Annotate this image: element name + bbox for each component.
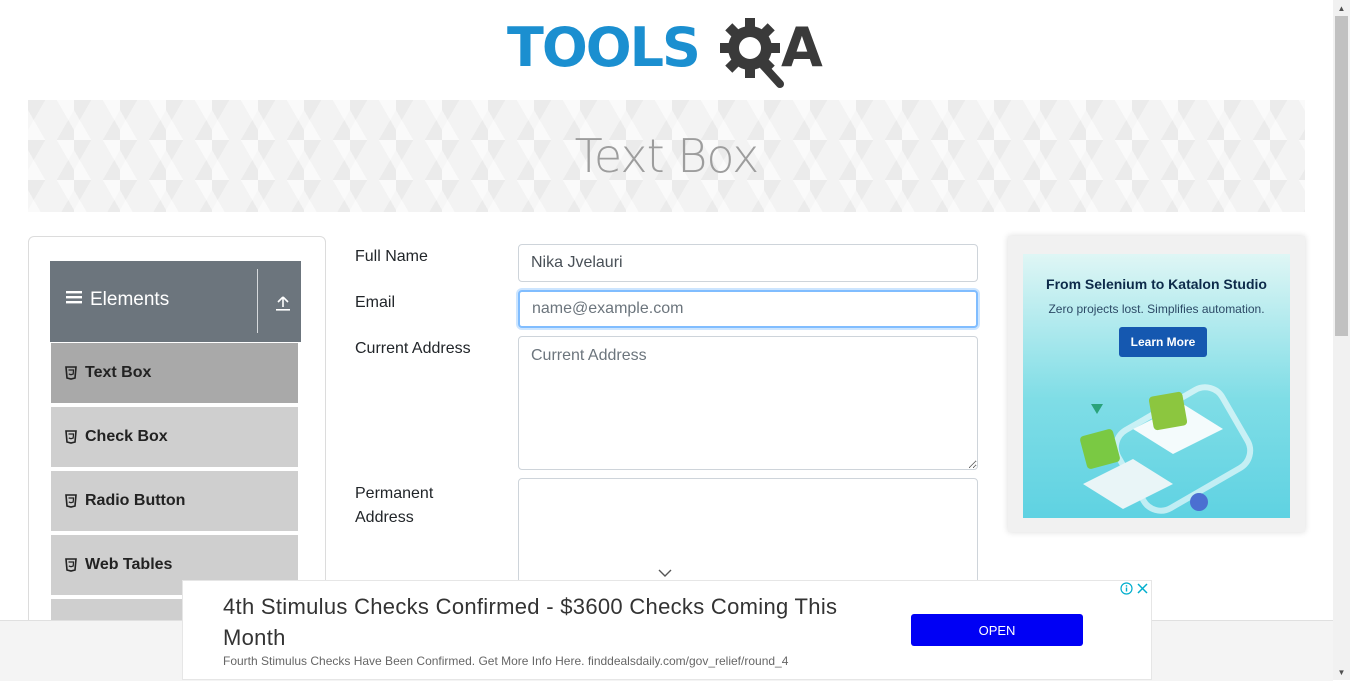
- sidebar-item-label: Radio Button: [85, 492, 186, 509]
- collapse-icon[interactable]: [274, 294, 292, 317]
- adchoices[interactable]: [1119, 581, 1149, 595]
- open-button[interactable]: OPEN: [911, 614, 1083, 646]
- page-banner: Text Box: [28, 100, 1305, 212]
- sidebar-panel: Elements Text Box Check Box Radio Button…: [28, 236, 326, 638]
- html5-icon: [65, 558, 77, 572]
- group-title: Elements: [66, 289, 169, 311]
- bottom-ad-description: Fourth Stimulus Checks Have Been Confirm…: [223, 654, 789, 668]
- bottom-ad-headline[interactable]: 4th Stimulus Checks Confirmed - $3600 Ch…: [223, 591, 893, 653]
- info-icon[interactable]: [1119, 581, 1133, 595]
- close-icon[interactable]: [1135, 581, 1149, 595]
- gear-icon: [720, 18, 784, 88]
- hamburger-icon: [66, 289, 84, 311]
- current-address-label: Current Address: [355, 340, 471, 357]
- scroll-up-icon[interactable]: ▲: [1333, 0, 1350, 16]
- sidebar-group-elements[interactable]: Elements: [50, 261, 301, 342]
- html5-icon: [65, 366, 77, 380]
- bottom-advertisement[interactable]: 4th Stimulus Checks Confirmed - $3600 Ch…: [182, 580, 1152, 680]
- scroll-down-icon[interactable]: ▼: [1333, 664, 1350, 680]
- sidebar-item-radio-button[interactable]: Radio Button: [50, 470, 299, 532]
- current-address-textarea[interactable]: [518, 336, 978, 470]
- sidebar-item-text-box[interactable]: Text Box: [50, 342, 299, 404]
- email-label: Email: [355, 294, 396, 311]
- html5-icon: [65, 494, 77, 508]
- toolsqa-logo[interactable]: TOOLS A: [507, 16, 832, 92]
- page-title: Text Box: [574, 129, 760, 183]
- full-name-input[interactable]: [518, 244, 978, 282]
- permanent-address-label-line1: Permanent: [355, 485, 434, 502]
- html5-icon: [65, 430, 77, 444]
- sidebar-item-label: Text Box: [85, 364, 152, 381]
- page-scrollbar[interactable]: ▲ ▼: [1333, 0, 1350, 680]
- permanent-address-label: Permanent Address: [355, 482, 433, 530]
- header-divider: [257, 269, 258, 333]
- sidebar-item-label: Web Tables: [85, 556, 173, 573]
- permanent-address-label-line2: Address: [355, 509, 414, 526]
- side-advertisement[interactable]: From Selenium to Katalon Studio Zero pro…: [1008, 236, 1305, 532]
- sidebar-item-check-box[interactable]: Check Box: [50, 406, 299, 468]
- side-ad-creative: From Selenium to Katalon Studio Zero pro…: [1023, 254, 1290, 518]
- email-input[interactable]: [518, 290, 978, 328]
- logo-text-a: A: [781, 16, 823, 79]
- side-ad-illustration: [1080, 384, 1254, 514]
- scroll-thumb[interactable]: [1335, 16, 1348, 336]
- sidebar-item-label: Check Box: [85, 428, 168, 445]
- full-name-label: Full Name: [355, 248, 428, 265]
- group-title-label: Elements: [90, 289, 170, 310]
- logo-text-tools: TOOLS: [507, 16, 699, 79]
